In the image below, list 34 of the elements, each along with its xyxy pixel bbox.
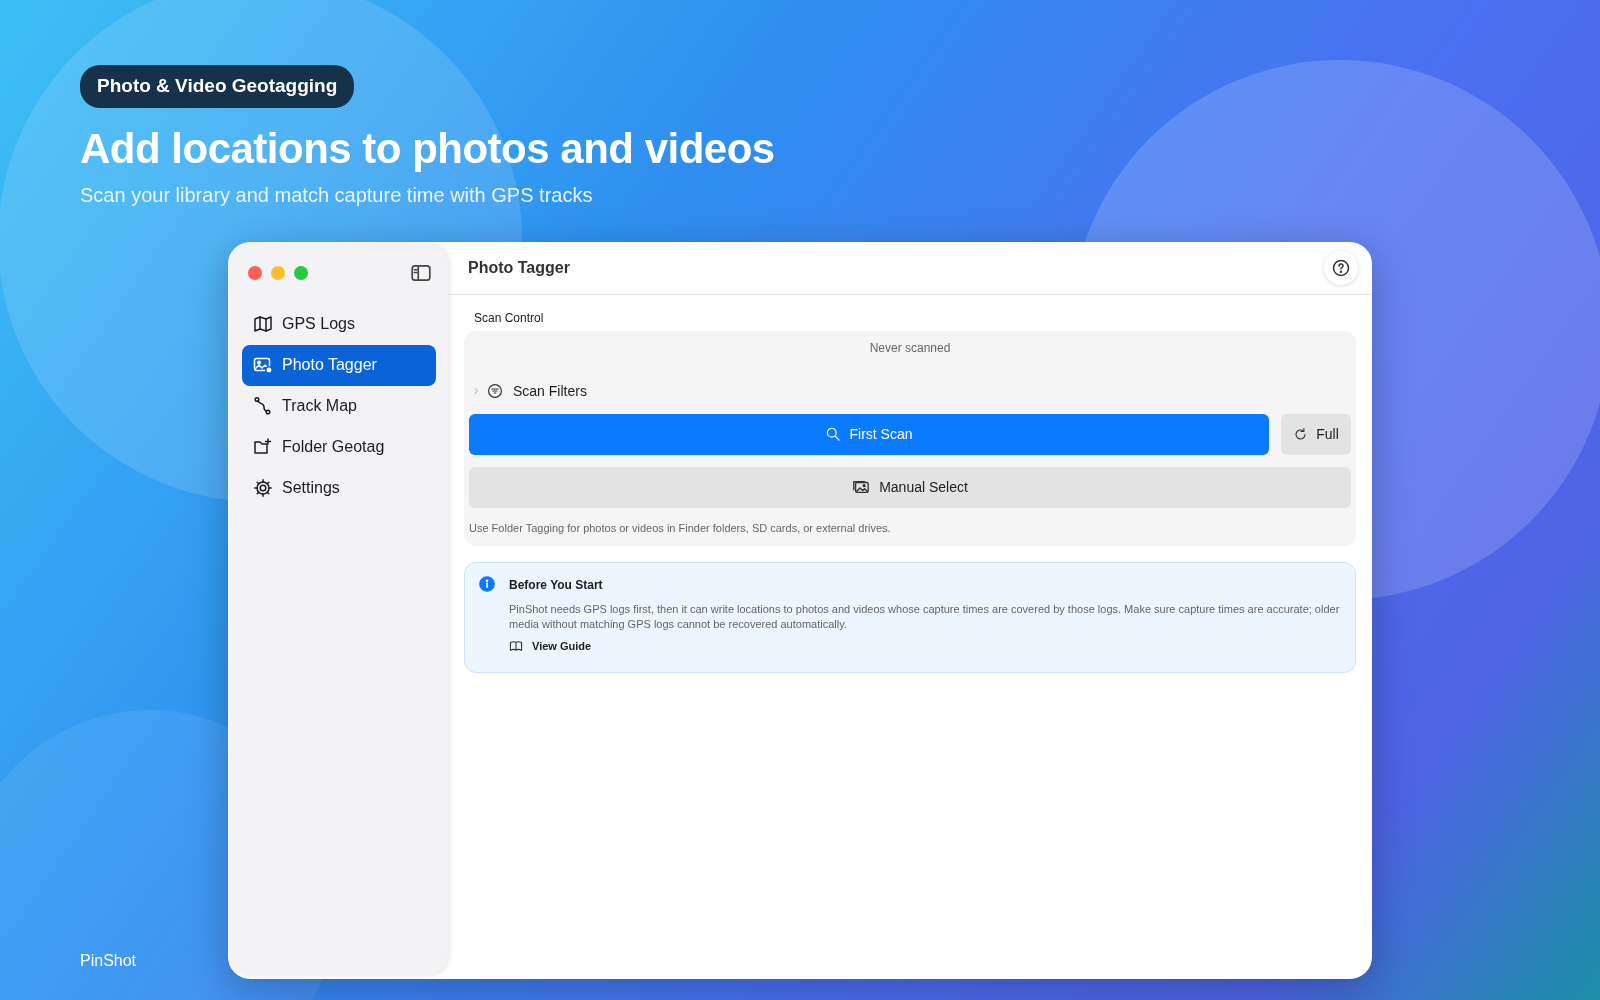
filter-icon xyxy=(487,383,503,400)
help-icon xyxy=(1331,257,1351,278)
view-guide-link[interactable]: View Guide xyxy=(509,638,592,655)
subtitle: Scan your library and match capture time with GPS tracks xyxy=(80,182,594,208)
manual-select-button[interactable]: Manual Select xyxy=(469,466,1351,508)
headline: Add locations to photos and videos xyxy=(80,123,776,174)
notice-title: Before You Start xyxy=(509,577,604,595)
section-label: Scan Control xyxy=(473,309,545,327)
help-button[interactable] xyxy=(1324,250,1358,285)
settings-icon xyxy=(253,478,273,499)
sidebar-item[interactable]: GPS Logs xyxy=(242,303,436,345)
promo-badge: Photo & Video Geotagging xyxy=(80,65,355,108)
notice-text: PinShot needs GPS logs first, then it can write locations to photos and videos whose capture times are covered by those logs. Make sure capture times are accurate; older media without matching GPS logs cannot be recovered automatically. xyxy=(509,602,1341,633)
sidebar-item[interactable]: Folder Geotag xyxy=(242,426,436,468)
minimize-button[interactable] xyxy=(271,265,285,280)
refresh-icon xyxy=(1293,426,1309,442)
close-button[interactable] xyxy=(248,265,262,280)
book-icon xyxy=(509,639,523,654)
scan-filters-disclosure[interactable]: Scan Filters xyxy=(469,380,587,402)
first-scan-button[interactable]: First Scan xyxy=(469,413,1269,455)
brand-name: PinShot xyxy=(80,950,137,971)
sidebar-item[interactable]: Track Map xyxy=(242,385,436,427)
hint-text: Use Folder Tagging for photos or videos in Finder folders, SD cards, or external drives. xyxy=(469,520,892,536)
search-icon xyxy=(825,426,842,443)
scan-status: Never scanned xyxy=(868,339,952,357)
info-icon xyxy=(479,576,495,593)
sidebar-item[interactable]: Photo Tagger xyxy=(242,344,436,386)
full-scan-button[interactable]: Full xyxy=(1281,413,1351,455)
window-title: Photo Tagger xyxy=(468,257,570,278)
route-icon xyxy=(253,396,273,417)
zoom-button[interactable] xyxy=(294,265,308,280)
sidebar-item[interactable]: Settings xyxy=(242,467,436,509)
map-icon xyxy=(253,314,273,335)
photo-icon xyxy=(253,355,273,376)
